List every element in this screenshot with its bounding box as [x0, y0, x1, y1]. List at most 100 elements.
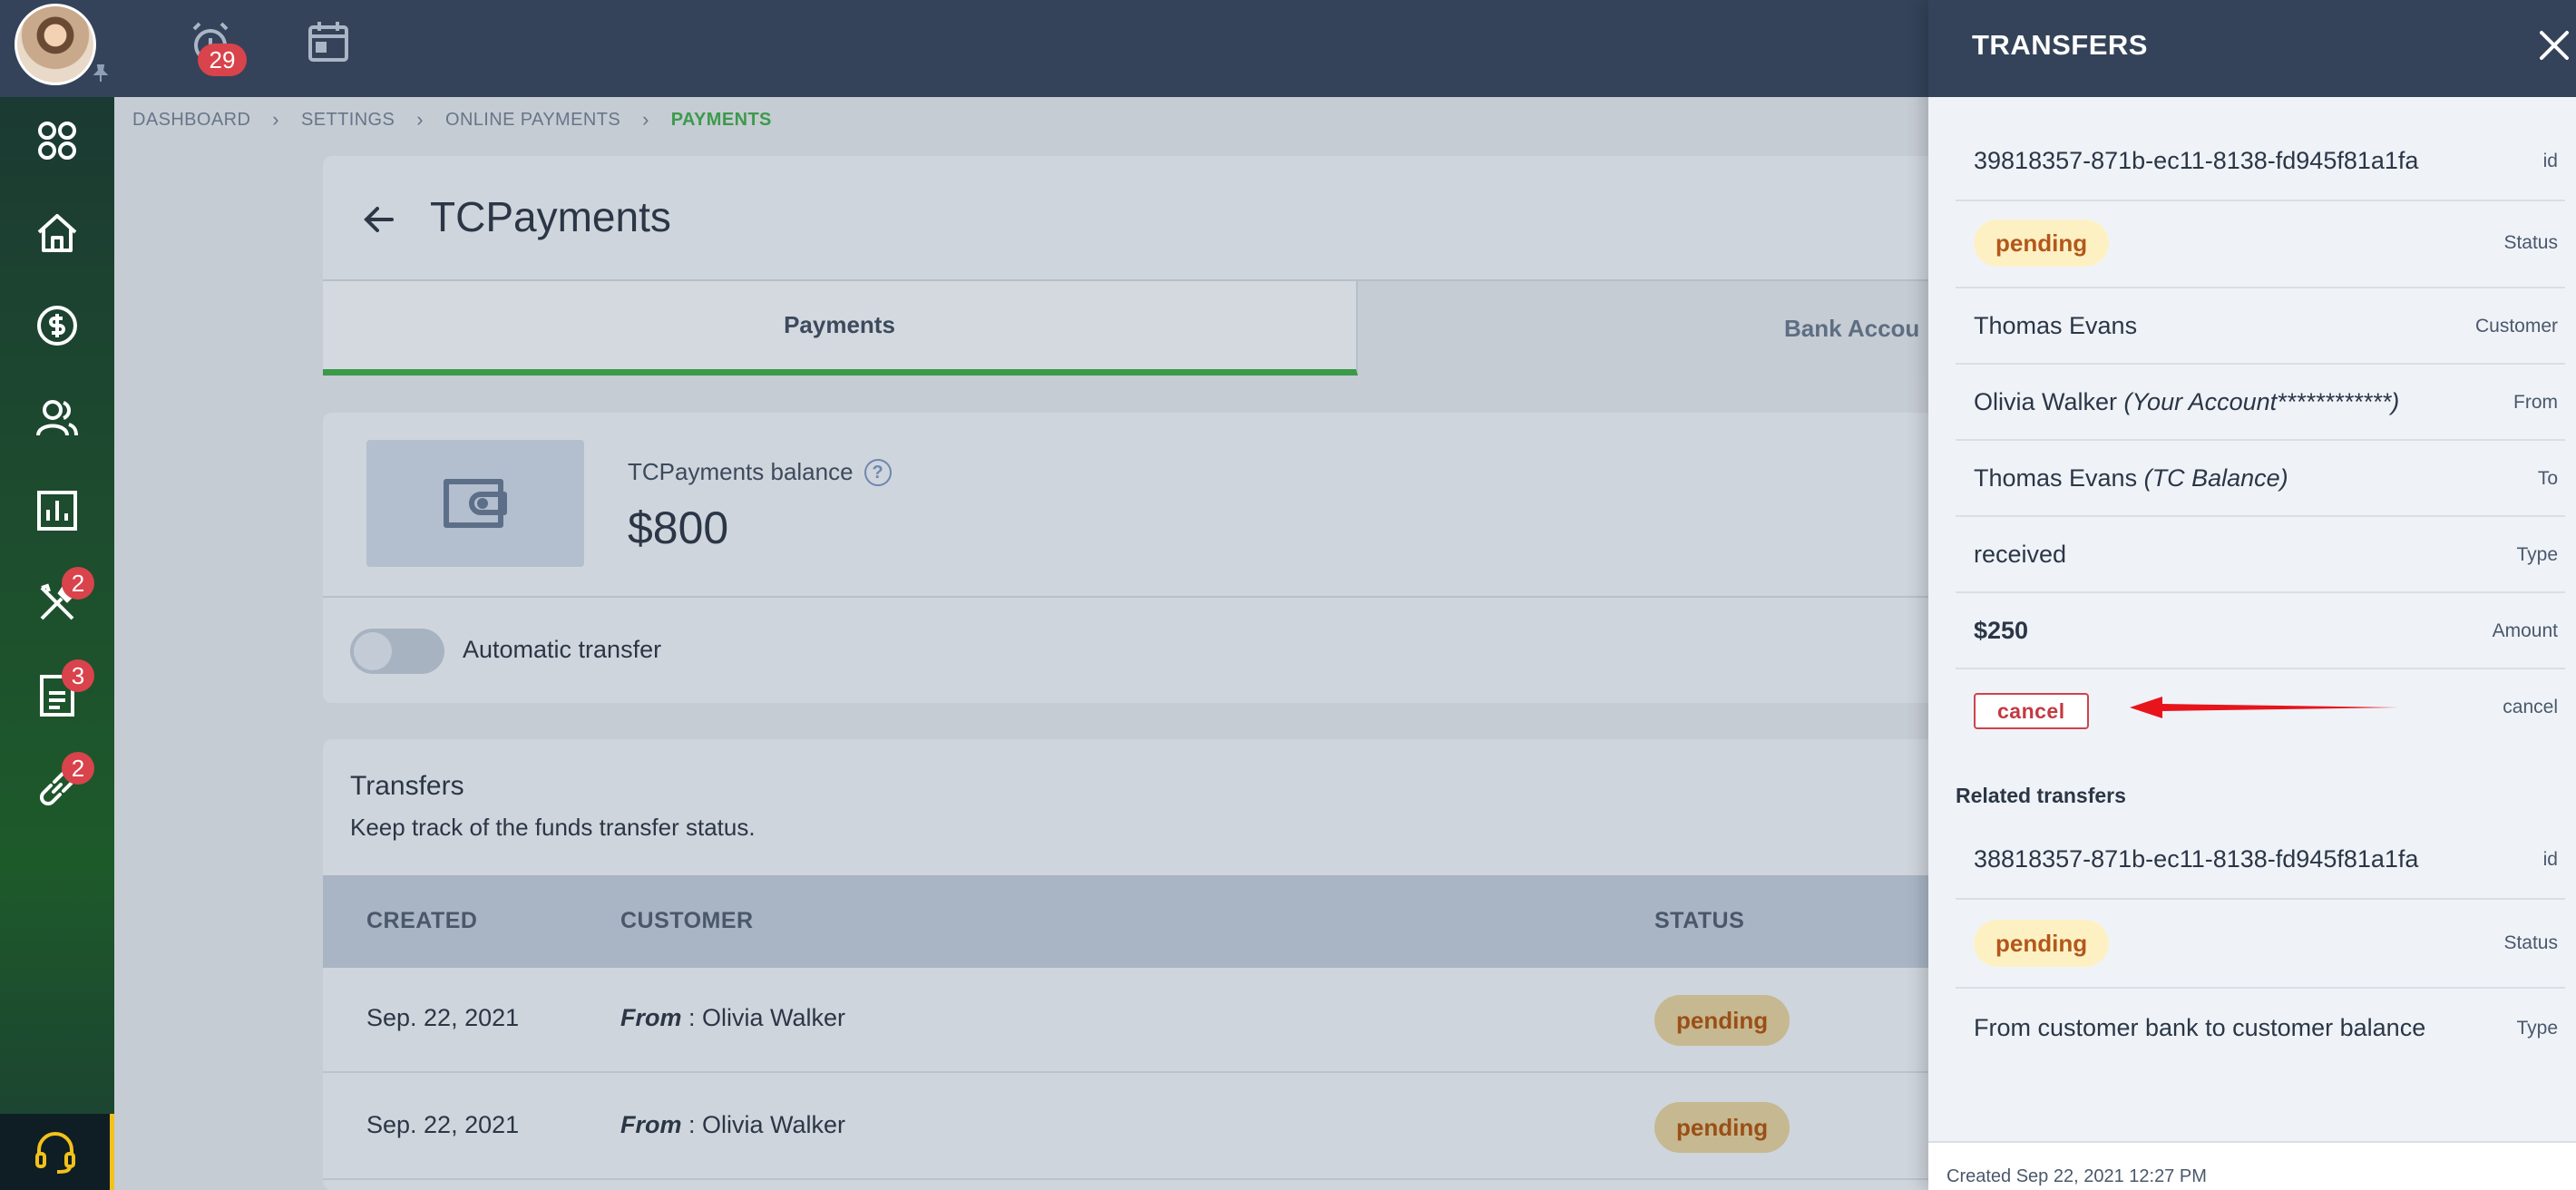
chevron-right-icon: ›: [416, 108, 424, 131]
detail-row-status: pending Status: [1956, 201, 2565, 288]
sidebar-item-payments[interactable]: [0, 282, 114, 369]
drawer-title: TRANSFERS: [1972, 29, 2148, 61]
from-value: Olivia Walker (Your Account************): [1974, 388, 2399, 416]
created-timestamp: Created Sep 22, 2021 12:27 PM: [1947, 1166, 2207, 1186]
breadcrumb-payments: PAYMENTS: [670, 109, 772, 130]
type-value: received: [1974, 541, 2067, 568]
pin-icon[interactable]: [91, 63, 111, 83]
cancel-button[interactable]: cancel: [1974, 693, 2089, 729]
to-name: Thomas Evans: [1974, 464, 2138, 492]
status-badge: pending: [1974, 920, 2110, 967]
from-label: From: [620, 1111, 682, 1138]
user-avatar[interactable]: [15, 4, 96, 85]
detail-row-amount: $250 Amount: [1956, 593, 2565, 669]
transfer-id-value: 39818357-871b-ec11-8138-fd945f81a1fa: [1974, 147, 2419, 174]
table-header: CREATED CUSTOMER STATUS: [323, 875, 2046, 968]
sidebar-item-links[interactable]: 2: [0, 745, 114, 832]
status-key: Status: [2503, 232, 2558, 253]
to-note: (TC Balance): [2143, 464, 2288, 492]
to-key: To: [2537, 468, 2558, 489]
customer-cell: From : Olivia Walker: [620, 1111, 845, 1139]
type-key: Type: [2516, 544, 2558, 565]
close-icon[interactable]: [2536, 27, 2572, 63]
amount-value: $250: [1974, 617, 2029, 644]
sidebar-item-apps[interactable]: [0, 97, 114, 184]
sidebar-item-customers[interactable]: [0, 375, 114, 462]
transfers-subtitle: Keep track of the funds transfer status.: [350, 814, 756, 841]
customer-key: Customer: [2474, 316, 2558, 337]
tools-badge: 2: [62, 567, 94, 600]
from-name: Olivia Walker: [1974, 388, 2118, 415]
customer-name: : Olivia Walker: [681, 1004, 846, 1031]
status-badge: pending: [1654, 1102, 1791, 1153]
chart-icon: [37, 491, 77, 531]
detail-row-from: Olivia Walker (Your Account************)…: [1956, 365, 2565, 441]
tab-payments[interactable]: Payments: [323, 281, 1358, 376]
cancel-key: cancel: [2503, 697, 2558, 717]
from-key: From: [2513, 392, 2558, 413]
apps-icon: [38, 122, 76, 160]
created-cell: Sep. 22, 2021: [366, 1004, 520, 1031]
balance-label: TCPayments balance ?: [628, 458, 892, 486]
transfers-card: Transfers Keep track of the funds transf…: [323, 739, 2046, 1190]
detail-row-type: received Type: [1956, 517, 2565, 593]
amount-key: Amount: [2492, 620, 2558, 641]
links-badge: 2: [62, 752, 94, 785]
drawer-footer: Created Sep 22, 2021 12:27 PM: [1928, 1141, 2576, 1190]
sidebar-item-reports[interactable]: [0, 467, 114, 554]
tab-bar: Payments Bank Accou: [323, 279, 2046, 376]
page-header-card: TCPayments Payments Bank Accou: [323, 156, 2046, 376]
calendar-icon[interactable]: [305, 18, 356, 69]
help-icon[interactable]: ?: [864, 458, 892, 486]
from-note: (Your Account************): [2123, 388, 2400, 415]
left-sidebar: 2 3 2: [0, 97, 114, 1190]
to-value: Thomas Evans (TC Balance): [1974, 464, 2288, 493]
back-arrow-icon[interactable]: [361, 201, 397, 238]
detail-row-to: Thomas Evans (TC Balance) To: [1956, 441, 2565, 517]
dollar-icon: [37, 306, 77, 346]
related-type-key: Type: [2516, 1018, 2558, 1039]
created-cell: Sep. 22, 2021: [366, 1111, 520, 1138]
balance-label-text: TCPayments balance: [628, 458, 854, 485]
transfers-title: Transfers: [350, 771, 464, 801]
column-status[interactable]: STATUS: [1654, 908, 1744, 934]
chevron-right-icon: ›: [642, 108, 649, 131]
breadcrumb: DASHBOARD › SETTINGS › ONLINE PAYMENTS ›…: [132, 107, 772, 132]
related-status-key: Status: [2503, 932, 2558, 953]
customer-name: : Olivia Walker: [681, 1111, 846, 1138]
annotation-arrow-icon: [2130, 697, 2398, 718]
balance-card: TCPayments balance ? $800 Automatic tran…: [323, 413, 2046, 703]
column-created[interactable]: CREATED: [366, 908, 477, 934]
customer-cell: From : Olivia Walker: [620, 1004, 845, 1032]
related-transfers-title: Related transfers: [1956, 784, 2126, 807]
divider: [323, 596, 2046, 598]
wallet-icon: [444, 479, 507, 528]
headset-icon: [34, 1132, 75, 1174]
breadcrumb-dashboard[interactable]: DASHBOARD: [132, 110, 250, 131]
column-customer[interactable]: CUSTOMER: [620, 908, 754, 934]
wallet-tile: [366, 440, 584, 567]
toggle-knob: [354, 632, 392, 670]
transfer-id-key: id: [2542, 151, 2558, 171]
users-icon: [36, 400, 78, 436]
status-badge: pending: [1974, 219, 2110, 267]
home-icon: [37, 214, 77, 252]
automatic-transfer-toggle[interactable]: [350, 629, 444, 674]
customer-value: Thomas Evans: [1974, 312, 2138, 339]
drawer-header: TRANSFERS: [1928, 0, 2576, 97]
support-button[interactable]: [0, 1114, 114, 1190]
related-type-value: From customer bank to customer balance: [1974, 1014, 2426, 1041]
from-label: From: [620, 1004, 682, 1031]
sidebar-item-tools[interactable]: 2: [0, 560, 114, 647]
related-row-type: From customer bank to customer balance T…: [1956, 989, 2565, 1067]
breadcrumb-online-payments[interactable]: ONLINE PAYMENTS: [445, 110, 620, 131]
automatic-transfer-label: Automatic transfer: [463, 636, 662, 663]
related-row-status: pending Status: [1956, 900, 2565, 989]
sidebar-item-documents[interactable]: 3: [0, 652, 114, 739]
balance-value: $800: [628, 502, 729, 553]
table-row[interactable]: Sep. 22, 2021 From : Olivia Walker pendi…: [323, 968, 2046, 1073]
breadcrumb-settings[interactable]: SETTINGS: [301, 110, 395, 131]
page-title: TCPayments: [430, 193, 671, 240]
sidebar-item-home[interactable]: [0, 190, 114, 277]
table-row[interactable]: Sep. 22, 2021 From : Olivia Walker pendi…: [323, 1075, 2046, 1180]
